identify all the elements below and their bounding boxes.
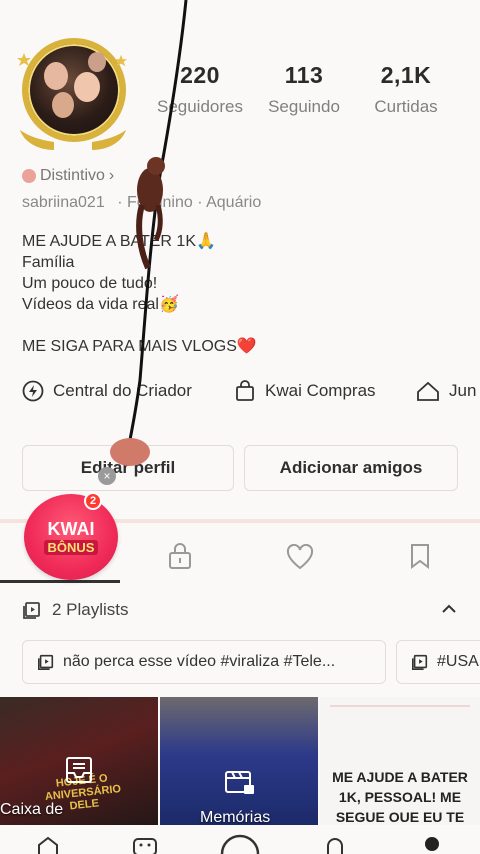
playlist-chip-label: #USA	[437, 653, 479, 670]
kwai-shop-shortcut[interactable]: Kwai Compras	[234, 380, 376, 402]
user-details: · Feminino · Aquário	[117, 194, 262, 211]
likes-count: 2,1K	[380, 62, 432, 88]
star-icon	[17, 53, 31, 66]
playlist-chip[interactable]: não perca esse vídeo #viraliza #Tele...	[22, 640, 386, 684]
laurel-left-icon	[20, 130, 54, 150]
playlist-icon	[23, 602, 40, 619]
user-info-line: sabriina021 · Feminino · Aquário	[22, 194, 261, 212]
likes-label: Curtidas	[374, 97, 438, 116]
kwai-shop-label: Kwai Compras	[265, 381, 376, 400]
followers-count: 220	[180, 62, 220, 88]
profile-bio: ME AJUDE A BATER 1K🙏 Família Um pouco de…	[22, 233, 257, 355]
edit-profile-button[interactable]: Editar perfil	[22, 445, 234, 491]
lock-icon[interactable]	[167, 542, 193, 570]
following-count: 113	[284, 62, 324, 88]
following-label: Seguindo	[268, 97, 340, 116]
kwai-bonus-badge[interactable]: 2 KWAI BÔNUS	[24, 492, 118, 580]
lightning-icon	[22, 380, 44, 402]
thumbnail-preview	[330, 705, 470, 745]
playlists-count-label: 2 Playlists	[52, 600, 129, 619]
badge-label: Distintivo	[40, 167, 105, 184]
followers-stat[interactable]: 220 Seguidores	[150, 62, 250, 117]
likes-stat[interactable]: 2,1K Curtidas	[358, 62, 454, 117]
bonus-count-badge: 2	[84, 492, 102, 510]
join-label: Jun	[449, 381, 477, 400]
discover-nav-icon[interactable]	[132, 836, 158, 854]
thumbnail-label: Caixa de	[0, 801, 64, 818]
laurel-right-icon	[92, 130, 126, 150]
following-stat[interactable]: 113 Seguindo	[256, 62, 352, 117]
heart-icon[interactable]	[286, 544, 314, 570]
shopping-bag-icon	[236, 380, 254, 401]
playlist-chip-label: não perca esse vídeo #viraliza #Tele...	[63, 653, 336, 670]
playlist-icon	[411, 654, 428, 671]
kwai-bonus-title: KWAI	[47, 518, 95, 539]
badge-icon	[22, 169, 36, 183]
active-tab-indicator	[0, 580, 120, 583]
video-thumbnail[interactable]: HOJE É O ANIVERSÁRIO DELE Caixa de	[0, 697, 158, 825]
add-friends-button[interactable]: Adicionar amigos	[244, 445, 458, 491]
join-shortcut[interactable]: Jun	[416, 380, 476, 402]
notifications-nav-icon[interactable]	[324, 836, 346, 854]
thumbnail-caption: ME AJUDE A BATER 1K, PESSOAL! ME SEGUE O…	[332, 769, 468, 825]
creator-center-shortcut[interactable]: Central do Criador	[22, 380, 192, 402]
inbox-icon	[66, 757, 92, 783]
close-icon[interactable]: ×	[98, 467, 116, 485]
thumbnail-label: Memórias	[200, 809, 271, 825]
home-icon	[417, 381, 439, 401]
star-icon	[114, 54, 128, 67]
profile-avatar[interactable]	[14, 34, 132, 152]
username: sabriina021	[22, 194, 105, 211]
memories-icon	[225, 771, 254, 794]
create-nav-icon[interactable]	[220, 832, 260, 854]
followers-label: Seguidores	[156, 97, 243, 116]
chevron-right-icon: ›	[108, 167, 115, 184]
home-nav-icon[interactable]	[36, 836, 60, 854]
profile-nav-icon[interactable]	[422, 836, 442, 854]
video-thumbnail[interactable]: Memórias	[160, 697, 318, 825]
playlists-header[interactable]: 2 Playlists	[22, 600, 129, 620]
bookmark-icon[interactable]	[410, 543, 430, 569]
playlist-icon	[37, 654, 54, 671]
video-thumbnail[interactable]: ME AJUDE A BATER 1K, PESSOAL! ME SEGUE O…	[320, 697, 480, 825]
bottom-navigation	[0, 826, 480, 854]
badge-link[interactable]: Distintivo ›	[22, 167, 114, 185]
chevron-up-icon[interactable]	[440, 600, 458, 623]
creator-center-label: Central do Criador	[53, 381, 192, 400]
playlist-chip[interactable]: #USA	[396, 640, 480, 684]
kwai-bonus-subtitle: BÔNUS	[43, 539, 99, 555]
